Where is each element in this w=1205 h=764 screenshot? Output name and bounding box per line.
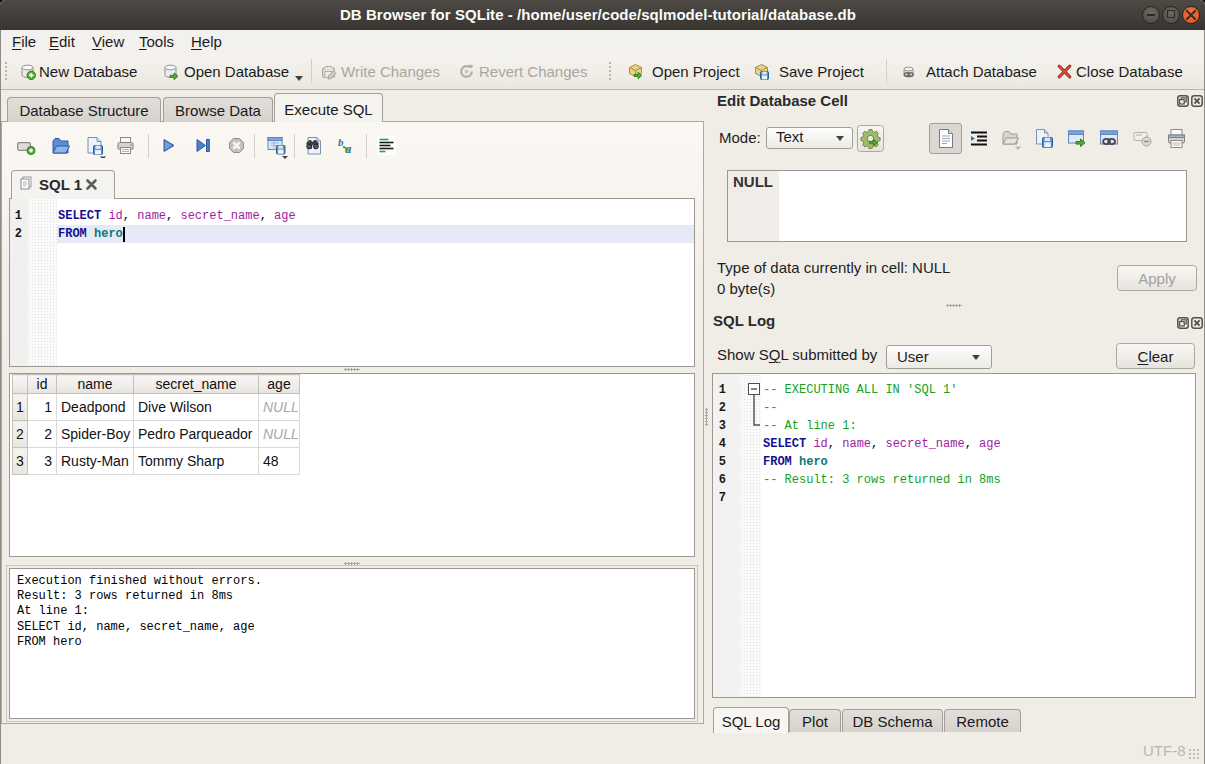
svg-text:b: b	[338, 136, 344, 148]
